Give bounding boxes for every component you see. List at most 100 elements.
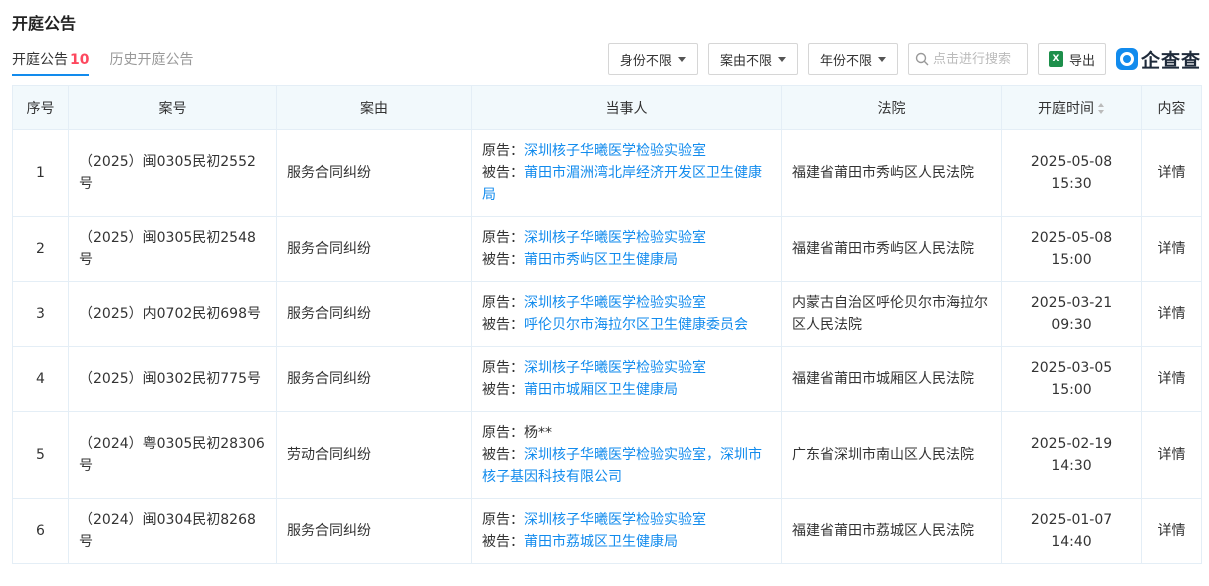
case-number-link[interactable]: （2025）内0702民初698号	[68, 281, 277, 347]
table-row: 6 （2024）闽0304民初8268号 服务合同纠纷 原告：深圳核子华曦医学检…	[12, 498, 1202, 564]
caret-down-icon	[877, 56, 886, 62]
defendant-separator: ，	[706, 447, 720, 463]
case-cause: 劳动合同纠纷	[276, 411, 472, 499]
table-row: 4 （2025）闽0302民初775号 服务合同纠纷 原告：深圳核子华曦医学检验…	[12, 346, 1202, 412]
defendant-label: 被告：	[482, 252, 524, 268]
parties-cell: 原告：深圳核子华曦医学检验实验室 被告：莆田市湄洲湾北岸经济开发区卫生健康局	[471, 129, 782, 217]
court-name: 广东省深圳市南山区人民法院	[781, 411, 1002, 499]
row-index: 3	[12, 281, 69, 347]
parties-cell: 原告：深圳核子华曦医学检验实验室 被告：呼伦贝尔市海拉尔区卫生健康委员会	[471, 281, 782, 347]
table-row: 3 （2025）内0702民初698号 服务合同纠纷 原告：深圳核子华曦医学检验…	[12, 281, 1202, 347]
court-name: 福建省莆田市秀屿区人民法院	[781, 216, 1002, 282]
sort-icon[interactable]	[1098, 103, 1105, 114]
header-cause: 案由	[276, 85, 472, 130]
plaintiff-label: 原告：	[482, 230, 524, 246]
plaintiff-link[interactable]: 深圳核子华曦医学检验实验室	[524, 512, 706, 528]
defendant-label: 被告：	[482, 382, 524, 398]
court-notice-table: 序号 案号 案由 当事人 法院 开庭时间 内容 1 （2025）闽0305民初2…	[12, 85, 1202, 564]
detail-link[interactable]: 详情	[1141, 411, 1202, 499]
tab-history-notices-label: 历史开庭公告	[109, 52, 194, 68]
case-number-link[interactable]: （2025）闽0305民初2552号	[68, 129, 277, 217]
parties-cell: 原告：深圳核子华曦医学检验实验室 被告：莆田市秀屿区卫生健康局	[471, 216, 782, 282]
defendant-label: 被告：	[482, 165, 524, 181]
case-cause: 服务合同纠纷	[276, 498, 472, 564]
excel-icon: X	[1048, 51, 1063, 67]
table-row: 5 （2024）粤0305民初28306号 劳动合同纠纷 原告：杨** 被告：深…	[12, 411, 1202, 499]
case-cause: 服务合同纠纷	[276, 281, 472, 347]
plaintiff-label: 原告：	[482, 143, 524, 159]
year-filter-label: 年份不限	[819, 53, 872, 69]
header-content: 内容	[1141, 85, 1202, 130]
table-header-row: 序号 案号 案由 当事人 法院 开庭时间 内容	[12, 85, 1202, 130]
detail-link[interactable]: 详情	[1141, 281, 1202, 347]
plaintiff-label: 原告：	[482, 295, 524, 311]
case-cause: 服务合同纠纷	[276, 346, 472, 412]
parties-cell: 原告：杨** 被告：深圳核子华曦医学检验实验室，深圳市核子基因科技有限公司	[471, 411, 782, 499]
table-row: 1 （2025）闽0305民初2552号 服务合同纠纷 原告：深圳核子华曦医学检…	[12, 129, 1202, 217]
row-index: 6	[12, 498, 69, 564]
hearing-time: 2025-05-08 15:30	[1001, 129, 1142, 217]
case-number-link[interactable]: （2025）闽0305民初2548号	[68, 216, 277, 282]
plaintiff-label: 原告：	[482, 425, 524, 441]
case-number-link[interactable]: （2024）粤0305民初28306号	[68, 411, 277, 499]
defendant-label: 被告：	[482, 534, 524, 550]
tab-court-notices[interactable]: 开庭公告 10	[12, 50, 90, 76]
detail-link[interactable]: 详情	[1141, 216, 1202, 282]
case-number-link[interactable]: （2025）闽0302民初775号	[68, 346, 277, 412]
case-number-link[interactable]: （2024）闽0304民初8268号	[68, 498, 277, 564]
court-name: 福建省莆田市荔城区人民法院	[781, 498, 1002, 564]
cause-filter-dropdown[interactable]: 案由不限	[707, 43, 798, 75]
case-cause: 服务合同纠纷	[276, 129, 472, 217]
table-row: 2 （2025）闽0305民初2548号 服务合同纠纷 原告：深圳核子华曦医学检…	[12, 216, 1202, 282]
defendant-label: 被告：	[482, 447, 524, 463]
hearing-time: 2025-02-19 14:30	[1001, 411, 1142, 499]
logo-text: 企查查	[1140, 49, 1201, 72]
cause-filter-label: 案由不限	[719, 53, 772, 69]
parties-cell: 原告：深圳核子华曦医学检验实验室 被告：莆田市荔城区卫生健康局	[471, 498, 782, 564]
defendant-link[interactable]: 莆田市城厢区卫生健康局	[524, 382, 678, 398]
header-court: 法院	[781, 85, 1002, 130]
caret-down-icon	[777, 56, 786, 62]
defendant-link[interactable]: 呼伦贝尔市海拉尔区卫生健康委员会	[524, 317, 748, 333]
defendant-link[interactable]: 莆田市湄洲湾北岸经济开发区卫生健康局	[482, 165, 762, 203]
search-box[interactable]	[907, 43, 1028, 75]
export-label: 导出	[1068, 53, 1095, 69]
detail-link[interactable]: 详情	[1141, 129, 1202, 217]
identity-filter-dropdown[interactable]: 身份不限	[607, 43, 698, 75]
qichacha-logo: 企查查	[1115, 46, 1201, 73]
search-icon	[915, 52, 929, 66]
search-input[interactable]	[932, 51, 1021, 67]
row-index: 2	[12, 216, 69, 282]
plaintiff-label: 原告：	[482, 512, 524, 528]
page-title: 开庭公告	[12, 14, 77, 33]
plaintiff-link[interactable]: 深圳核子华曦医学检验实验室	[524, 230, 706, 246]
tab-history-notices[interactable]: 历史开庭公告	[109, 50, 193, 76]
detail-link[interactable]: 详情	[1141, 346, 1202, 412]
tab-count-badge: 10	[70, 52, 90, 68]
export-button[interactable]: X 导出	[1037, 43, 1106, 75]
header-index: 序号	[12, 85, 69, 130]
court-name: 内蒙古自治区呼伦贝尔市海拉尔区人民法院	[781, 281, 1002, 347]
row-index: 1	[12, 129, 69, 217]
hearing-time: 2025-03-05 15:00	[1001, 346, 1142, 412]
case-cause: 服务合同纠纷	[276, 216, 472, 282]
defendant-link[interactable]: 深圳核子华曦医学检验实验室	[524, 447, 706, 463]
plaintiff-link[interactable]: 深圳核子华曦医学检验实验室	[524, 143, 706, 159]
defendant-link[interactable]: 莆田市荔城区卫生健康局	[524, 534, 678, 550]
defendant-label: 被告：	[482, 317, 524, 333]
tab-court-notices-label: 开庭公告	[12, 52, 68, 68]
parties-cell: 原告：深圳核子华曦医学检验实验室 被告：莆田市城厢区卫生健康局	[471, 346, 782, 412]
hearing-time: 2025-03-21 09:30	[1001, 281, 1142, 347]
defendant-link[interactable]: 莆田市秀屿区卫生健康局	[524, 252, 678, 268]
plaintiff-link[interactable]: 深圳核子华曦医学检验实验室	[524, 295, 706, 311]
header-parties: 当事人	[471, 85, 782, 130]
header-hearing-time[interactable]: 开庭时间	[1001, 85, 1142, 130]
row-index: 5	[12, 411, 69, 499]
header-case-no: 案号	[68, 85, 277, 130]
year-filter-dropdown[interactable]: 年份不限	[807, 43, 898, 75]
detail-link[interactable]: 详情	[1141, 498, 1202, 564]
identity-filter-label: 身份不限	[619, 53, 672, 69]
logo-mark-icon	[1115, 48, 1138, 70]
hearing-time: 2025-01-07 14:40	[1001, 498, 1142, 564]
plaintiff-link[interactable]: 深圳核子华曦医学检验实验室	[524, 360, 706, 376]
